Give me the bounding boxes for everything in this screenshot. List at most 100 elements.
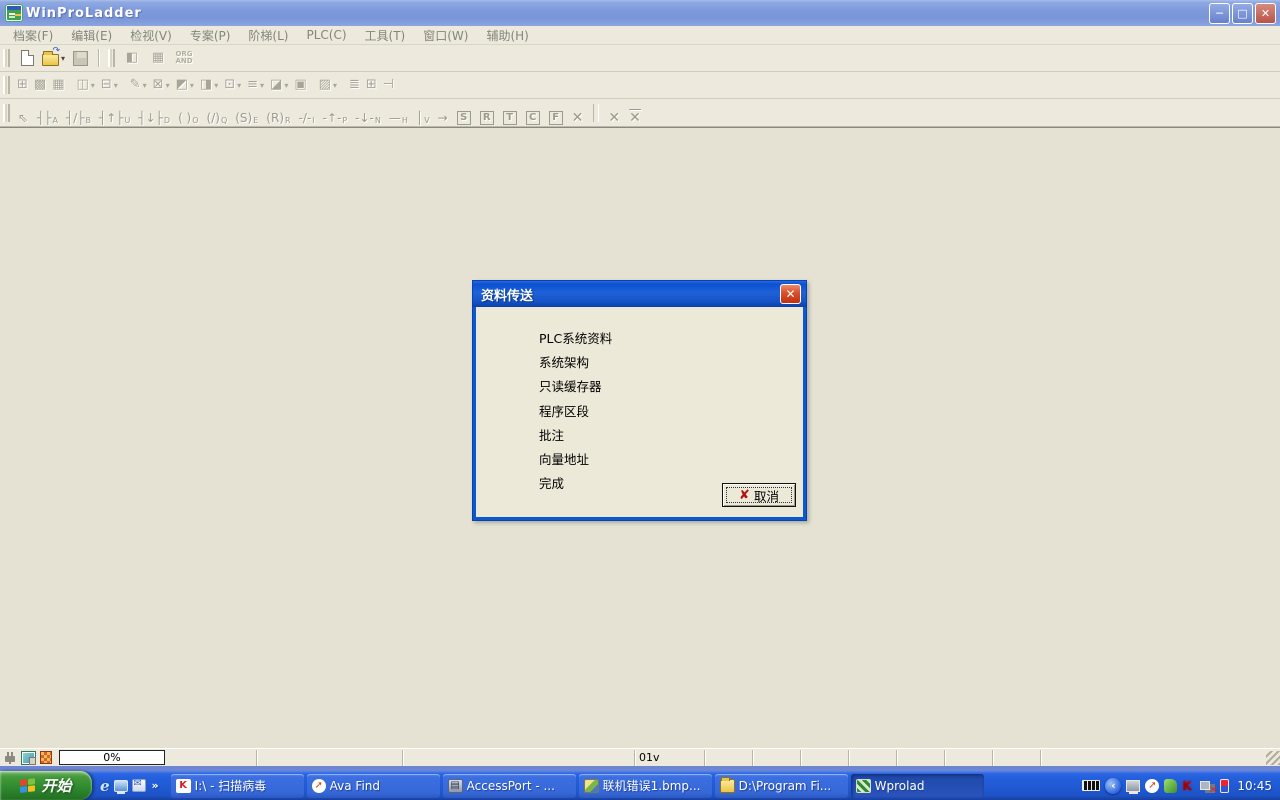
toolbar-button[interactable]: ✎ ▾ [127, 74, 150, 96]
dropdown-arrow-icon[interactable]: ▾ [91, 81, 95, 90]
ladder-element-button[interactable]: │ V [414, 101, 432, 125]
task-button[interactable]: D:\Program Fi... [715, 774, 848, 798]
dropdown-arrow-icon[interactable]: ▾ [214, 81, 218, 90]
show-desktop-icon[interactable] [114, 780, 128, 792]
minimize-button[interactable]: ─ [1209, 3, 1230, 24]
ladder-element-button[interactable]: (/) Q [205, 101, 230, 125]
task-button[interactable]: Wprolad [851, 774, 984, 798]
battery-tray-icon[interactable] [1220, 779, 1229, 793]
menu-item[interactable]: PLC(C) [297, 27, 355, 43]
ladder-element-button[interactable]: ⇖ [16, 101, 31, 125]
ladder-element-button[interactable]: (S) E [233, 101, 260, 125]
ladder-element-button[interactable]: R [478, 101, 497, 125]
ladder-element-button[interactable]: S [455, 101, 474, 125]
toolbar-button[interactable]: ≣ ▾ [346, 74, 363, 96]
toolbar-grip[interactable] [3, 104, 10, 122]
task-button[interactable]: 联机错误1.bmp... [579, 774, 712, 798]
toolbar-button[interactable]: ≡ ▾ [244, 74, 267, 96]
green-app-tray-icon[interactable] [1164, 779, 1177, 793]
ladder-element-button[interactable]: -/- I [297, 101, 317, 125]
display-tray-icon[interactable] [1126, 780, 1140, 792]
ladder-element-button[interactable]: -↑- P [321, 101, 350, 125]
org-and-button[interactable]: ORG AND [172, 47, 196, 69]
new-file-button[interactable] [15, 47, 39, 69]
toolbar-button[interactable]: ◫ ▾ [74, 74, 98, 96]
menu-item[interactable]: 辅助(H) [477, 26, 537, 45]
network-disconnected-icon[interactable] [1200, 779, 1215, 793]
transfer-step: 程序区段 [539, 400, 806, 424]
kaspersky-tray-icon[interactable] [1182, 779, 1195, 793]
ladder-element-button[interactable]: ┤↑├ U [97, 101, 132, 125]
resize-grip[interactable] [1266, 751, 1280, 765]
ladder-element-button[interactable]: ✕ [570, 101, 587, 125]
toolbar-button[interactable]: ▦ ▾ [49, 74, 67, 96]
start-button[interactable]: 开始 [0, 771, 92, 800]
ladder-element-button[interactable]: F [547, 101, 566, 125]
task-button[interactable]: ▤ AccessPort - ... [443, 774, 576, 798]
plc-tool-button[interactable]: ▦ [146, 47, 170, 69]
dropdown-arrow-icon[interactable]: ▾ [260, 81, 264, 90]
toolbar-button[interactable]: ⊣ ▾ [380, 74, 397, 96]
connection-plug-icon[interactable] [3, 750, 19, 765]
toolbar-button[interactable]: ▨ ▾ [316, 74, 340, 96]
dropdown-arrow-icon[interactable]: ▾ [237, 81, 241, 90]
ladder-element-button[interactable]: -↓- N [353, 101, 383, 125]
ladder-element-button[interactable] [593, 104, 599, 122]
hide-tray-icons-chevron[interactable]: ‹ [1105, 778, 1121, 794]
dropdown-arrow-icon[interactable]: ▾ [284, 81, 288, 90]
ladder-element-button[interactable]: T [501, 101, 520, 125]
dropdown-arrow-icon[interactable]: ▾ [333, 81, 337, 90]
toolbar-grip[interactable] [3, 49, 10, 67]
dropdown-arrow-icon[interactable]: ▾ [114, 81, 118, 90]
toolbar-grip[interactable] [108, 49, 115, 67]
menu-item[interactable]: 窗口(W) [414, 26, 477, 45]
menu-item[interactable]: 专案(P) [181, 26, 240, 45]
maximize-button[interactable]: □ [1232, 3, 1253, 24]
ladder-element-button[interactable]: ┤├ A [35, 101, 60, 125]
toolbar-button[interactable]: ▣ ▾ [291, 74, 309, 96]
dropdown-arrow-icon[interactable]: ▾ [190, 81, 194, 90]
ladder-element-button[interactable]: ┤↓├ D [136, 101, 172, 125]
ladder-element-button[interactable]: ( ) O [176, 101, 200, 125]
toolbar-button[interactable]: ◩ ▾ [173, 74, 197, 96]
toolbar-button[interactable]: ◨ ▾ [197, 74, 221, 96]
ladder-element-button[interactable]: ✕ [627, 101, 644, 125]
keyboard-layout-icon[interactable] [1082, 780, 1100, 791]
task-button[interactable]: ➚ Ava Find [307, 774, 440, 798]
menu-item[interactable]: 工具(T) [356, 26, 415, 45]
run-state-icon[interactable] [40, 751, 52, 764]
ladder-element-button[interactable]: ✕ [606, 101, 623, 125]
cancel-button[interactable]: ✘ 取消 [722, 483, 796, 507]
toolbar-grip[interactable] [3, 76, 10, 94]
dialog-close-button[interactable]: ✕ [780, 284, 801, 304]
toolbar-button[interactable]: ◪ ▾ [267, 74, 291, 96]
monitor-lock-icon[interactable] [21, 751, 36, 765]
avafind-tray-icon[interactable]: ➚ [1145, 779, 1159, 793]
outlook-express-icon[interactable] [132, 779, 146, 792]
open-file-button[interactable]: ▾ [41, 47, 66, 69]
internet-explorer-icon[interactable]: e [100, 777, 110, 795]
dropdown-arrow-icon[interactable]: ▾ [166, 81, 170, 90]
ladder-element-button[interactable]: — H [387, 101, 410, 125]
task-button[interactable]: K I:\ - 扫描病毒 [171, 774, 304, 798]
toolbar-button[interactable]: ⊠ ▾ [150, 74, 173, 96]
menu-item[interactable]: 档案(F) [4, 26, 62, 45]
ladder-element-button[interactable]: (R) R [264, 101, 292, 125]
toolbar-button[interactable]: ⊟ ▾ [98, 74, 121, 96]
plc-tool-button[interactable]: ◧ [120, 47, 144, 69]
ladder-element-button[interactable]: → [436, 101, 451, 125]
menu-item[interactable]: 检视(V) [121, 26, 181, 45]
toolbar-button[interactable]: ▩ ▾ [31, 74, 49, 96]
toolbar-button[interactable]: ⊡ ▾ [221, 74, 244, 96]
menu-item[interactable]: 编辑(E) [62, 26, 121, 45]
open-dropdown-arrow[interactable]: ▾ [61, 54, 65, 63]
save-button[interactable] [68, 47, 92, 69]
toolbar-button[interactable]: ⊞ ▾ [14, 74, 31, 96]
ladder-element-button[interactable]: ┤/├ B [64, 101, 93, 125]
quick-launch-overflow-chevron[interactable]: » [152, 779, 159, 792]
ladder-element-button[interactable]: C [524, 101, 543, 125]
dropdown-arrow-icon[interactable]: ▾ [143, 81, 147, 90]
menu-item[interactable]: 阶梯(L) [239, 26, 297, 45]
toolbar-button[interactable]: ⊞ ▾ [363, 74, 380, 96]
close-button[interactable]: ✕ [1255, 3, 1276, 24]
